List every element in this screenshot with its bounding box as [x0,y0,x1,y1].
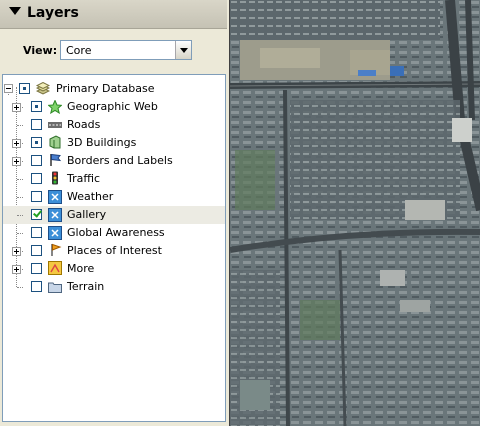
panel-title: Layers [27,5,79,21]
expand-icon[interactable] [12,265,21,274]
tree-item-label: Terrain [67,280,105,293]
tree-guide-line [17,197,23,198]
tree-item-gallery[interactable]: Gallery [3,206,225,224]
expand-icon[interactable] [12,247,21,256]
tree-item-label: Places of Interest [67,244,162,257]
layers-panel: Layers View: Core Primary Database Geogr… [0,0,229,426]
expand-icon[interactable] [12,139,21,148]
traffic-checkbox[interactable] [31,173,42,184]
tree-item-roads[interactable]: Roads [3,116,225,134]
tree-item-primary-database[interactable]: Primary Database [3,80,225,98]
collapse-icon[interactable] [4,84,13,93]
tree-item-label: Traffic [67,172,101,185]
geographic-web-checkbox[interactable] [31,101,42,112]
more-checkbox[interactable] [31,263,42,274]
database-layers-icon [36,82,50,95]
tree-item-more[interactable]: More [3,260,225,278]
flag-icon [50,153,62,166]
tree-item-label: Gallery [67,208,107,221]
tree-item-global-awareness[interactable]: Global Awareness [3,224,225,242]
more-icon [48,261,62,275]
gallery-checkbox[interactable] [31,209,42,220]
tree-item-geographic-web[interactable]: Geographic Web [3,98,225,116]
tree-item-label: More [67,262,95,275]
view-dropdown-value: Core [66,44,92,57]
tree-guide-line [17,287,23,288]
tree-item-weather[interactable]: Weather [3,188,225,206]
tree-item-terrain[interactable]: Terrain [3,278,225,296]
tree-guide-line [17,233,23,234]
traffic-light-icon [52,171,58,185]
places-of-interest-checkbox[interactable] [31,245,42,256]
tree-item-label: Borders and Labels [67,154,173,167]
star-icon [48,100,62,114]
tree-item-traffic[interactable]: Traffic [3,170,225,188]
expand-icon[interactable] [12,157,21,166]
tree-item-borders-and-labels[interactable]: Borders and Labels [3,152,225,170]
folder-icon [48,282,62,293]
tree-item-3d-buildings[interactable]: 3D Buildings [3,134,225,152]
view-label: View: [23,44,58,57]
3d-buildings-checkbox[interactable] [31,137,42,148]
layers-header[interactable]: Layers [0,0,227,29]
satellite-imagery [230,0,480,426]
building-icon [49,135,61,149]
tree-guide-line [17,125,23,126]
primary-database-checkbox[interactable] [19,83,30,94]
weather-checkbox[interactable] [31,191,42,202]
tree-guide-line [17,215,23,216]
tree-item-label: Global Awareness [67,226,165,239]
tree-guide-line [17,179,23,180]
dropdown-arrow-icon[interactable] [175,41,191,59]
collapse-arrow-icon[interactable] [9,7,21,15]
tree-item-places-of-interest[interactable]: Places of Interest [3,242,225,260]
road-icon [48,122,62,128]
tree-item-label: Roads [67,118,101,131]
tree-item-label: Primary Database [56,82,155,95]
layers-tree: Primary Database Geographic Web Roads 3D… [2,74,226,422]
satellite-map-view[interactable] [229,0,480,426]
borders-and-labels-checkbox[interactable] [31,155,42,166]
tree-item-label: 3D Buildings [67,136,137,149]
globe-awareness-icon [48,226,62,240]
terrain-checkbox[interactable] [31,281,42,292]
roads-checkbox[interactable] [31,119,42,130]
tree-item-label: Weather [67,190,114,203]
weather-icon [48,190,62,204]
expand-icon[interactable] [12,103,21,112]
tree-item-label: Geographic Web [67,100,158,113]
gallery-icon [48,208,62,222]
pin-flag-icon [51,243,62,256]
view-dropdown[interactable]: Core [60,40,192,60]
global-awareness-checkbox[interactable] [31,227,42,238]
